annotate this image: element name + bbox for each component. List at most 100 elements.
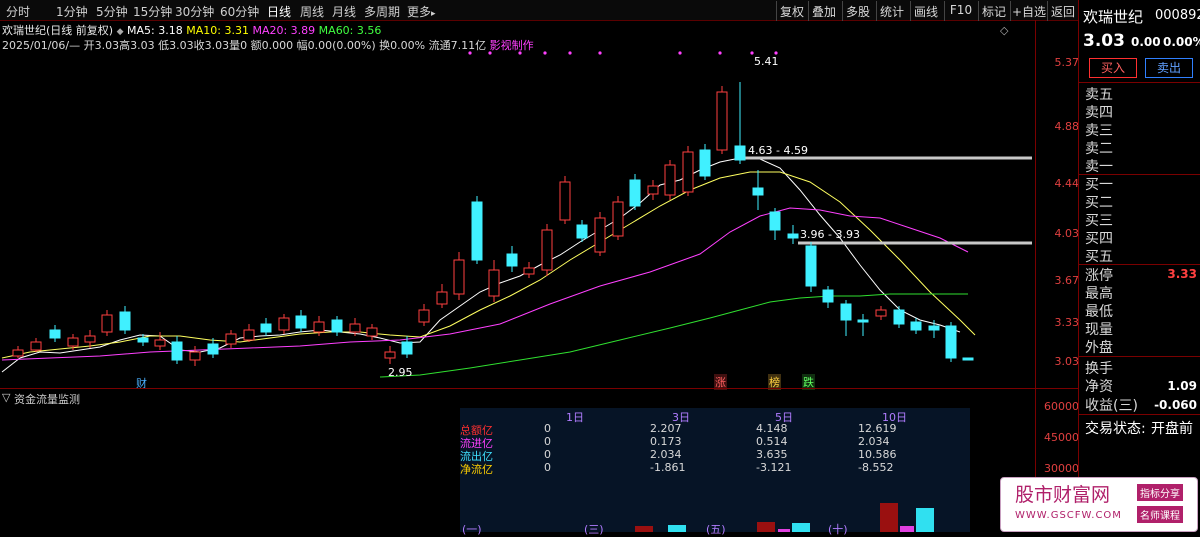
candle-body — [559, 181, 571, 221]
fq-button[interactable]: 复权 — [776, 1, 807, 21]
ask-level-1: 卖一 — [1085, 159, 1113, 175]
candle-body — [295, 315, 307, 329]
candle-body — [30, 341, 42, 351]
kline-chart[interactable] — [0, 20, 1035, 388]
subpanel-dropdown-icon[interactable]: ▽ — [2, 391, 10, 404]
candle-body — [189, 351, 201, 361]
candle-body — [154, 339, 166, 347]
period-tab-60min[interactable]: 60分钟 — [220, 3, 259, 20]
current-price: 3.03 — [1083, 31, 1125, 51]
candle-body — [366, 327, 378, 337]
stat-turnover-label: 换手 — [1085, 361, 1113, 377]
candle-body — [331, 319, 343, 333]
more-label: 更多 — [407, 5, 432, 19]
flow-cell: -1.861 — [650, 461, 686, 474]
price-change-pct: 0.00% — [1163, 35, 1200, 49]
period-tab-30min[interactable]: 30分钟 — [175, 3, 214, 20]
overlay-button[interactable]: 叠加 — [808, 1, 839, 21]
flow-cell: 0 — [544, 461, 551, 474]
stat-eps-value: -0.060 — [1154, 398, 1197, 412]
gap-label-lower: 3.96 - 3.93 — [800, 228, 860, 241]
candle-body — [243, 329, 255, 341]
ask-level-5: 卖五 — [1085, 87, 1113, 103]
mark-button[interactable]: 标记 — [978, 1, 1009, 21]
price-tick: 3.03 — [1054, 355, 1080, 368]
candle-body — [945, 325, 957, 359]
stock-name: 欢瑞世纪 — [1083, 8, 1144, 26]
candle-body — [647, 185, 659, 195]
flow-bar-3d-total — [635, 526, 653, 532]
limit-up-dot — [718, 51, 722, 55]
period-tab-5min[interactable]: 5分钟 — [96, 3, 128, 20]
site-watermark: 股市财富网 WWW.GSCFW.COM 指标分享 名师课程 — [1000, 477, 1198, 532]
candle-body — [805, 245, 817, 287]
candle-body — [349, 323, 361, 333]
period-tab-monthly[interactable]: 月线 — [332, 3, 356, 20]
candle-body — [471, 201, 483, 261]
draw-line-button[interactable]: 画线 — [910, 1, 941, 21]
gap-label-upper: 4.63 - 4.59 — [748, 144, 808, 157]
candle-body — [49, 329, 61, 339]
stat-eps-label: 收益(三) — [1085, 398, 1138, 414]
stat-limit-up-label: 涨停 — [1085, 268, 1113, 284]
candle-body — [682, 151, 694, 193]
flow-cell: 0 — [544, 422, 551, 435]
candle-body — [418, 309, 430, 323]
candle-body — [716, 91, 728, 151]
stock-code: 000892 — [1155, 8, 1200, 23]
subpanel-title[interactable]: 资金流量监测 — [14, 391, 80, 407]
back-button[interactable]: 返回 — [1047, 1, 1078, 21]
candle-body — [101, 314, 113, 333]
watermark-tag-courses: 名师课程 — [1137, 506, 1183, 523]
candle-body — [629, 179, 641, 207]
candle-body — [822, 289, 834, 303]
multi-stock-button[interactable]: 多股 — [842, 1, 873, 21]
subpanel-header: ▽ 资金流量监测 — [0, 388, 1078, 407]
candle-body — [612, 201, 624, 237]
price-tick: 4.88 — [1054, 120, 1080, 133]
flow-bar-10d-in — [900, 526, 914, 532]
limit-up-dot — [468, 51, 472, 55]
period-tab-daily[interactable]: 日线 — [267, 3, 291, 20]
flow-tag-10: (十) — [828, 523, 848, 536]
period-tab-15min[interactable]: 15分钟 — [133, 3, 172, 20]
sell-button[interactable]: 卖出 — [1145, 58, 1193, 78]
limit-up-dot — [518, 51, 522, 55]
candle-body — [857, 319, 869, 323]
volume-tick: 30000 — [1044, 462, 1079, 475]
price-tick: 3.67 — [1054, 274, 1080, 287]
candle-body — [875, 309, 887, 317]
candle-body — [734, 145, 746, 161]
f10-button[interactable]: F10 — [944, 1, 977, 21]
period-tab-weekly[interactable]: 周线 — [300, 3, 324, 20]
flow-cell: 3.635 — [756, 448, 788, 461]
candle-body — [401, 341, 413, 355]
stat-outer-label: 外盘 — [1085, 340, 1113, 356]
candle-body — [12, 349, 24, 357]
candle-body — [752, 187, 764, 196]
price-tick: 4.03 — [1054, 227, 1080, 240]
flow-cell: 0.514 — [756, 435, 788, 448]
flow-cell: -3.121 — [756, 461, 792, 474]
add-watchlist-button[interactable]: +自选 — [1010, 1, 1047, 21]
period-tab-timeshare[interactable]: 分时 — [6, 3, 30, 20]
flow-cell: 0.173 — [650, 435, 682, 448]
period-tab-1min[interactable]: 1分钟 — [56, 3, 88, 20]
candle-body — [506, 253, 518, 267]
candle-body — [541, 229, 553, 271]
candle-body — [384, 351, 396, 359]
statistics-button[interactable]: 统计 — [876, 1, 907, 21]
period-tab-multi[interactable]: 多周期 — [364, 3, 400, 20]
candle-group — [12, 82, 974, 366]
ask-level-3: 卖三 — [1085, 123, 1113, 139]
period-tab-more[interactable]: 更多▸ — [407, 3, 436, 20]
candle-body — [207, 343, 219, 355]
flow-bar-5d-total — [757, 522, 775, 532]
limit-up-dot — [598, 51, 602, 55]
flow-cell: 0 — [544, 435, 551, 448]
price-tick: 4.44 — [1054, 177, 1080, 190]
price-change: 0.00 — [1131, 35, 1161, 49]
candle-body — [313, 321, 325, 333]
buy-button[interactable]: 买入 — [1089, 58, 1137, 78]
flow-cell: 2.207 — [650, 422, 682, 435]
